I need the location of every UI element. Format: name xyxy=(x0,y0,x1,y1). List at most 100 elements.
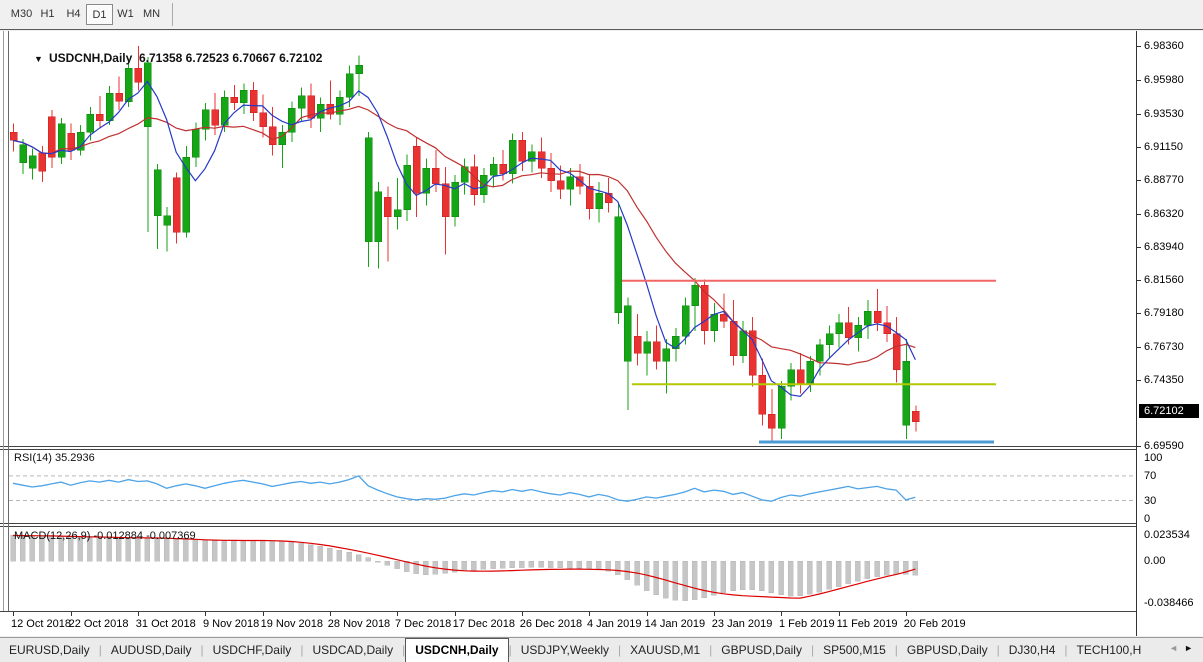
candle-86[interactable] xyxy=(835,314,843,348)
symbol-tab-usdjpy-5[interactable]: USDJPY,Weekly xyxy=(512,639,618,662)
candle-36[interactable] xyxy=(355,55,363,96)
candle-47[interactable] xyxy=(460,158,469,195)
candle-82[interactable] xyxy=(796,353,805,394)
candle-84[interactable] xyxy=(816,339,824,376)
tab-scroll-arrows: ◄► xyxy=(1169,643,1199,653)
candle-75[interactable] xyxy=(729,300,738,366)
candle-60[interactable] xyxy=(585,173,594,220)
timeframe-button-h4[interactable]: H4 xyxy=(60,4,87,25)
candle-64[interactable] xyxy=(624,297,632,411)
candle-9[interactable] xyxy=(96,95,104,128)
timeframe-button-w1[interactable]: W1 xyxy=(112,4,139,25)
candle-15[interactable] xyxy=(153,164,162,249)
macd-bar-31 xyxy=(307,544,314,562)
candle-45[interactable] xyxy=(441,166,450,255)
candle-40[interactable] xyxy=(393,177,402,230)
candle-68[interactable] xyxy=(662,339,671,394)
symbol-tab-dj30-10[interactable]: DJ30,H4 xyxy=(1000,639,1065,662)
symbol-tab-xauusd-6[interactable]: XAUUSD,M1 xyxy=(621,639,709,662)
candle-61[interactable] xyxy=(595,182,603,223)
candle-0[interactable] xyxy=(9,123,18,152)
candle-91[interactable] xyxy=(883,305,891,342)
date-axis[interactable]: 12 Oct 2018 22 Oct 2018 31 Oct 2018 9 Nov 2… xyxy=(0,611,1136,636)
candle-67[interactable] xyxy=(652,325,661,370)
candle-65[interactable] xyxy=(633,314,642,366)
price-axis[interactable]: 6.72102 6.98360 6.95980 6.93530 6.91150 6.88… xyxy=(1136,31,1203,636)
symbol-tab-sp500-8[interactable]: SP500,M15 xyxy=(814,639,895,662)
candle-18[interactable] xyxy=(182,146,191,238)
candle-56[interactable] xyxy=(547,152,555,192)
candle-79[interactable] xyxy=(768,389,776,442)
candle-16[interactable] xyxy=(163,207,171,252)
main-price-chart[interactable] xyxy=(9,31,1136,446)
candle-31[interactable] xyxy=(307,83,315,128)
chevron-down-icon[interactable]: ▼ xyxy=(34,54,43,64)
candle-23[interactable] xyxy=(230,84,239,110)
timeframe-button-d1[interactable]: D1 xyxy=(86,4,113,25)
candle-71[interactable] xyxy=(691,278,699,331)
splitter-main-rsi[interactable] xyxy=(0,446,1203,447)
candle-6[interactable] xyxy=(67,123,75,160)
candle-94[interactable] xyxy=(912,405,920,432)
candle-85[interactable] xyxy=(825,325,834,359)
scroll-right-icon[interactable]: ► xyxy=(1184,643,1199,653)
splitter-rsi-macd[interactable] xyxy=(0,523,1203,524)
candle-42[interactable] xyxy=(412,137,421,217)
candle-17[interactable] xyxy=(172,172,181,244)
scroll-left-icon[interactable]: ◄ xyxy=(1169,643,1184,653)
timeframe-button-mn[interactable]: MN xyxy=(138,4,165,25)
symbol-tab-eurusd-0[interactable]: EURUSD,Daily xyxy=(0,639,99,662)
candle-34[interactable] xyxy=(336,90,344,126)
candle-52[interactable] xyxy=(508,133,517,184)
candle-29[interactable] xyxy=(288,101,296,142)
candle-93[interactable] xyxy=(902,339,911,440)
candle-11[interactable] xyxy=(115,76,123,110)
candle-76[interactable] xyxy=(739,321,747,363)
symbol-tab-usdcnh-4[interactable]: USDCNH,Daily xyxy=(405,638,509,662)
candle-20[interactable] xyxy=(201,102,210,141)
candle-66[interactable] xyxy=(643,330,651,376)
symbol-tab-gbpusd-9[interactable]: GBPUSD,Daily xyxy=(898,639,997,662)
candle-28[interactable] xyxy=(278,125,287,169)
candle-38[interactable] xyxy=(374,182,383,269)
candle-39[interactable] xyxy=(384,186,392,262)
symbol-tab-gbpusd-7[interactable]: GBPUSD,Daily xyxy=(712,639,811,662)
candle-7[interactable] xyxy=(76,125,85,156)
candle-55[interactable] xyxy=(537,137,546,178)
rsi-indicator-panel[interactable] xyxy=(9,450,1136,523)
candle-24[interactable] xyxy=(240,83,248,114)
timeframe-button-h1[interactable]: H1 xyxy=(34,4,61,25)
candle-63[interactable] xyxy=(614,202,623,324)
candle-46[interactable] xyxy=(451,175,459,227)
timeframe-button-m30[interactable]: M30 xyxy=(8,4,35,25)
candle-83[interactable] xyxy=(806,355,815,392)
symbol-tab-usdcad-3[interactable]: USDCAD,Daily xyxy=(303,639,402,662)
candle-37[interactable] xyxy=(364,132,373,267)
macd-bar-26 xyxy=(259,540,266,562)
candle-92[interactable] xyxy=(892,316,901,383)
candle-5[interactable] xyxy=(57,118,66,164)
candle-73[interactable] xyxy=(710,303,719,342)
candle-50[interactable] xyxy=(489,157,498,188)
candle-48[interactable] xyxy=(470,154,479,206)
symbol-tab-tech100-11[interactable]: TECH100,H xyxy=(1068,639,1151,662)
candle-30[interactable] xyxy=(297,87,306,121)
candle-25[interactable] xyxy=(249,82,258,121)
candle-32[interactable] xyxy=(316,97,325,133)
chart-window[interactable]: ▼ USDCNH,Daily 6.71358 6.72523 6.70667 6.… xyxy=(0,31,1203,636)
date-axis-label: 19 Nov 2018 xyxy=(260,618,323,630)
date-axis-label: 17 Dec 2018 xyxy=(452,618,515,630)
candle-78[interactable] xyxy=(758,358,767,426)
candle-89[interactable] xyxy=(864,300,872,340)
macd-bar-92 xyxy=(893,560,899,575)
candle-26[interactable] xyxy=(259,94,267,138)
date-tick xyxy=(521,612,523,616)
candle-2[interactable] xyxy=(28,148,37,180)
symbol-tab-usdchf-2[interactable]: USDCHF,Daily xyxy=(204,639,301,662)
candle-43[interactable] xyxy=(422,158,431,206)
candle-4[interactable] xyxy=(48,109,56,169)
symbol-tab-audusd-1[interactable]: AUDUSD,Daily xyxy=(102,639,201,662)
candle-77[interactable] xyxy=(748,316,757,387)
candle-53[interactable] xyxy=(518,132,527,171)
candle-51[interactable] xyxy=(499,150,507,181)
